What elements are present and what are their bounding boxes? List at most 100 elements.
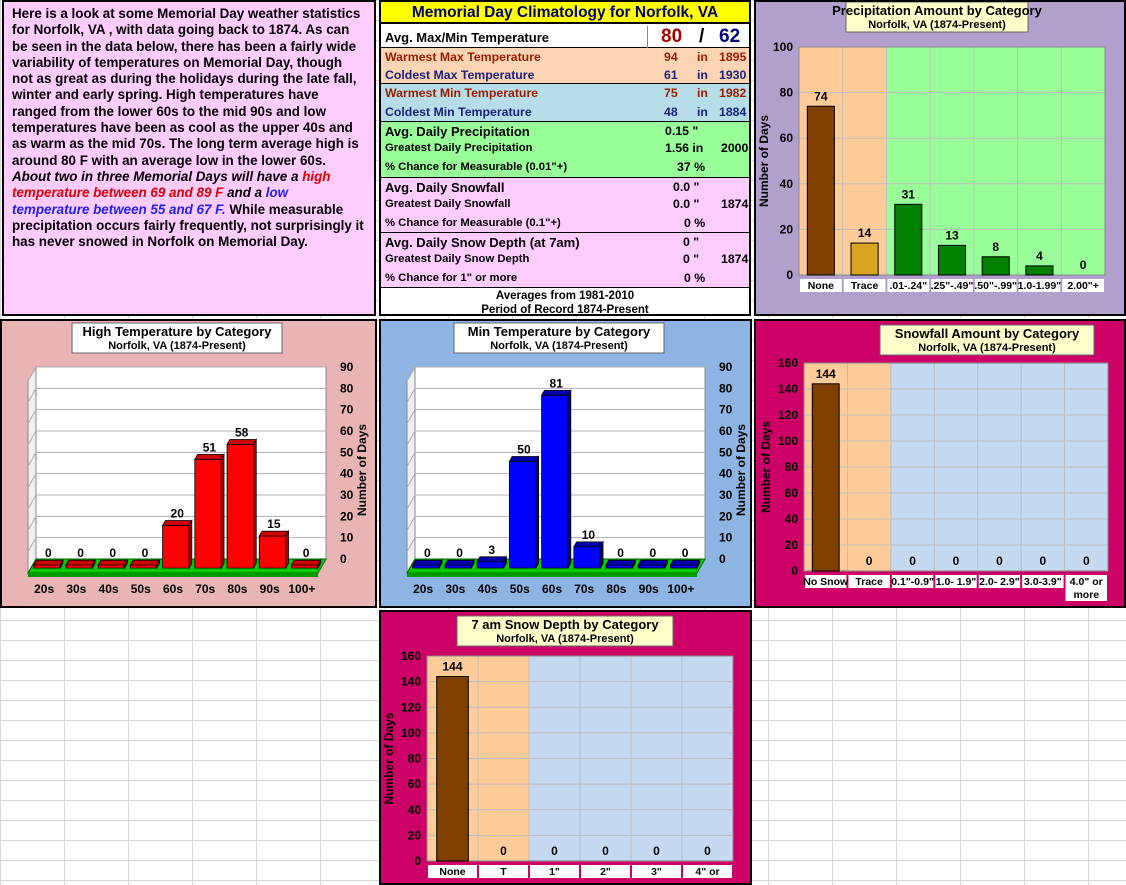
bar-side [599,540,604,570]
bar [637,564,666,569]
data-label: 0 [866,554,873,568]
data-label: 8 [992,240,999,254]
bar [258,535,287,569]
avg-maxmin-label: Avg. Max/Min Temperature [385,30,549,45]
bar [981,256,1010,276]
category-label: 2" [600,866,611,878]
category-label: 0.1"-0.9" [891,576,934,588]
data-label: 14 [858,226,872,240]
bar-top [669,559,701,566]
greatest-depth-value: 0 " [683,252,700,266]
category-label: T [500,866,507,878]
category-label: Trace [855,576,883,588]
data-label: 0 [909,554,916,568]
snow-depth-block: Avg. Daily Snow Depth (at 7am) 0 " Great… [381,233,749,288]
y-tick-label: 80 [780,86,794,100]
y-tick-label: 20 [780,222,794,236]
data-label: 0 [704,844,711,858]
avg-slash: / [699,26,705,47]
coldest-min-year: 1884 [719,105,747,119]
y-tick-label: 40 [785,512,799,526]
avg-min-value: 62 [719,26,741,47]
chart-subtitle: Norfolk, VA (1874-Present) [918,342,1056,354]
category-label: 100+ [667,582,694,596]
bar [291,564,319,569]
warmest-min-label: Warmest Min Temperature [385,86,539,100]
category-label: 20s [34,582,54,596]
y-tick-label: 160 [401,649,421,663]
bar [1025,265,1054,276]
chart-title: Snowfall Amount by Category [895,326,1080,341]
warmest-max-label: Warmest Max Temperature [385,50,541,64]
chart-title: Min Temperature by Category [468,324,651,339]
coldest-min-value: 48 [664,105,678,119]
bar-top [605,559,636,566]
data-label: 0 [424,546,431,560]
intro-italic-text-2: and a [223,185,266,201]
bar-top [97,559,129,566]
data-label: 144 [816,367,836,381]
greatest-snowfall-label: Greatest Daily Snowfall [385,198,511,210]
bar [65,564,93,569]
bar-top [540,390,572,396]
y-tick-label: 120 [778,408,798,422]
y-tick-label: 0 [340,552,347,566]
y-tick-label: 60 [408,777,422,791]
min-temp-chart: Min Temperature by CategoryNorfolk, VA (… [406,322,748,596]
bar [811,383,840,572]
category-label: 40s [478,582,498,596]
y-tick-label: 80 [340,381,354,395]
category-label: None [439,866,465,878]
bar [162,525,190,569]
greatest-precip-value: 1.56 in [665,141,704,155]
category-label: 1.0- 1.9" [936,576,977,588]
depth-chance-label: % Chance for 1" or more [385,272,518,284]
bar-side [253,437,257,570]
coldest-min-label: Coldest Min Temperature [385,105,532,119]
bar-top [573,541,604,548]
category-label: more [1073,589,1099,601]
bar-top [33,559,64,566]
bar-top [412,559,443,566]
avg-precip-value: 0.15 " [665,124,699,138]
category-label: 1" [549,866,560,878]
bar [605,564,633,569]
avg-maxmin-row: Avg. Max/Min Temperature 80 / 62 [381,26,749,48]
bar-top [290,559,322,566]
data-label: 0 [77,546,84,560]
data-label: 0 [1040,554,1047,568]
category-label: .01-.24" [889,280,927,292]
data-label: 74 [814,89,828,103]
data-label: 0 [953,554,960,568]
high-temp-chart: High Temperature by CategoryNorfolk, VA … [27,322,369,596]
warmest-max-in: in [697,50,708,64]
intro-italic-text: About two in three Memorial Days will ha… [12,168,303,184]
bar-top [194,453,225,460]
bar [670,564,698,569]
y-tick-label: 20 [340,509,354,523]
bar-side [220,452,225,570]
greatest-precip-year: 2000 [721,141,749,155]
greatest-snowfall-value: 0.0 " [673,197,700,211]
category-label: 40s [99,582,119,596]
coldest-max-in: in [697,68,708,82]
y-tick-label: 60 [785,486,799,500]
y-tick-label: 10 [719,531,733,545]
greatest-precip-label: Greatest Daily Precipitation [385,142,533,154]
data-label: 0 [456,546,463,560]
data-label: 144 [442,660,462,674]
y-tick-label: 20 [719,509,733,523]
y-tick-label: 120 [401,700,421,714]
bar [444,564,472,569]
chart-title: Precipitation Amount by Category [832,3,1042,18]
greatest-depth-label: Greatest Daily Snow Depth [385,253,530,265]
warmest-max-value: 94 [664,50,678,64]
data-label: 81 [550,376,564,390]
data-label: 0 [500,844,507,858]
greatest-depth-year: 1874 [721,252,749,266]
category-label: None [808,280,834,292]
category-label: 80s [227,582,247,596]
y-tick-label: 80 [785,460,799,474]
snowfall-chance-value: 0 % [684,216,706,230]
chart-subtitle: Norfolk, VA (1874-Present) [496,633,634,645]
